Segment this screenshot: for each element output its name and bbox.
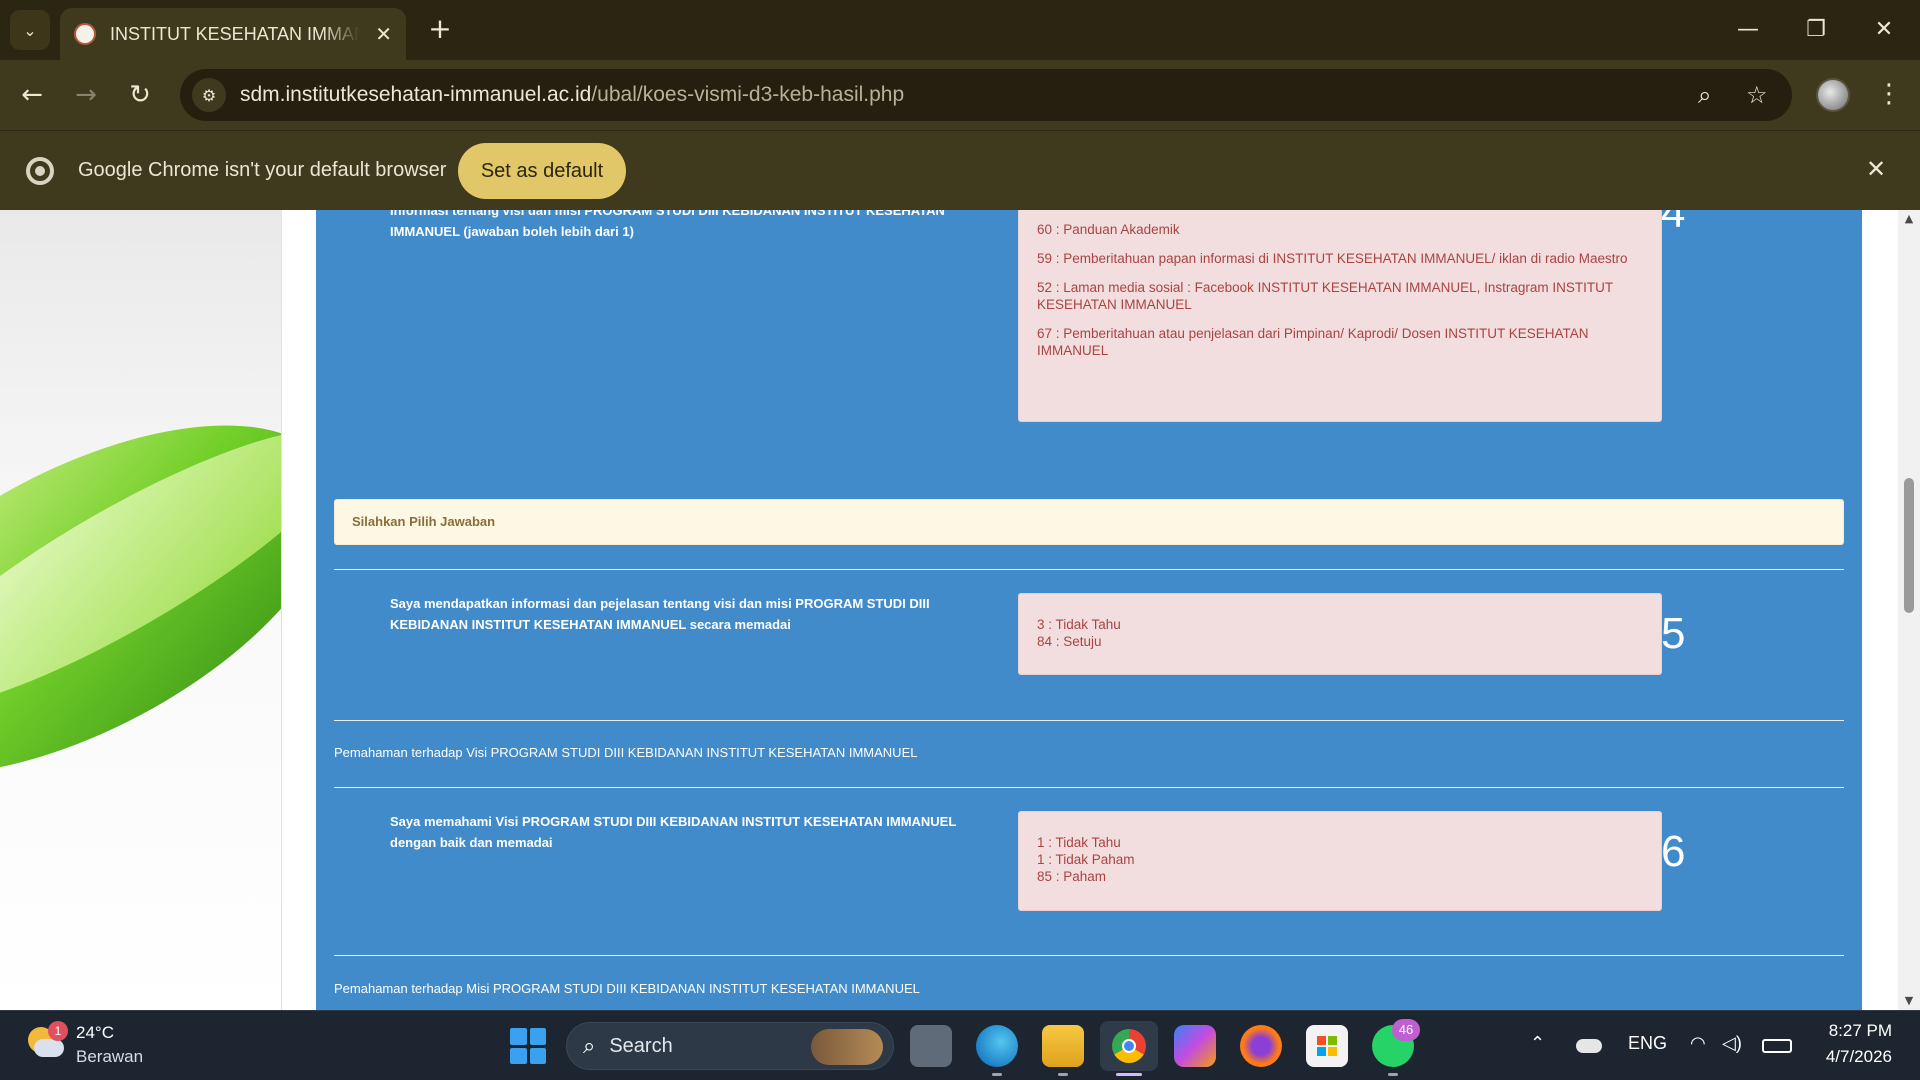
question-text-6: Saya memahami Visi PROGRAM STUDI DIII KE…	[390, 814, 957, 850]
answer-item: 1 : Tidak Tahu	[1037, 835, 1121, 850]
copilot-icon[interactable]	[1174, 1025, 1216, 1067]
section-heading-visi: Pemahaman terhadap Visi PROGRAM STUDI DI…	[334, 745, 918, 760]
chrome-logo-icon	[26, 157, 54, 185]
store-glyph	[1317, 1036, 1337, 1056]
url-text[interactable]: sdm.institutkesehatan-immanuel.ac.id/uba…	[240, 83, 904, 107]
chrome-icon[interactable]	[1100, 1021, 1158, 1071]
whatsapp-badge: 46	[1392, 1019, 1420, 1041]
url-domain: sdm.institutkesehatan-immanuel.ac.id	[240, 83, 592, 106]
question-text-5: Saya mendapatkan informasi dan pejelasan…	[390, 596, 930, 632]
question-number: 4	[1661, 210, 1686, 237]
volume-icon[interactable]: ◁)	[1722, 1033, 1742, 1054]
minimize-icon[interactable]: —	[1726, 12, 1770, 48]
page-viewport: Informasi tentang visi dan misi PROGRAM …	[0, 210, 1920, 1010]
page-scrollbar[interactable]: ▲ ▼	[1898, 210, 1920, 1010]
window-close-icon[interactable]: ✕	[1862, 12, 1906, 48]
question-text: Informasi tentang visi dan misi PROGRAM …	[390, 210, 945, 239]
close-icon[interactable]: ✕	[1866, 155, 1886, 183]
question-number-5: 5	[1661, 609, 1686, 658]
set-as-default-button[interactable]: Set as default	[458, 143, 626, 199]
reload-icon[interactable]: ↻	[122, 77, 158, 113]
question-number-6: 6	[1661, 827, 1686, 876]
scroll-down-icon[interactable]: ▼	[1898, 992, 1920, 1010]
answer-item: 84 : Setuju	[1037, 634, 1102, 649]
divider	[334, 720, 1844, 721]
language-indicator[interactable]: ENG	[1628, 1033, 1667, 1054]
address-bar[interactable]: ⚙ sdm.institutkesehatan-immanuel.ac.id/u…	[180, 69, 1792, 121]
answer-item: 1 : Tidak Paham	[1037, 852, 1135, 867]
tab-strip: ⌄ INSTITUT KESEHATAN IMMANUEL ✕ + — ❐ ✕	[0, 0, 1920, 60]
divider	[334, 787, 1844, 788]
browser-toolbar: ← → ↻ ⚙ sdm.institutkesehatan-immanuel.a…	[0, 60, 1920, 130]
clock-date[interactable]: 4/7/2026	[1806, 1047, 1892, 1067]
firefox-icon[interactable]	[1240, 1025, 1282, 1067]
question-card-main: Silahkan Pilih Jawaban Saya mendapatkan …	[316, 477, 1862, 1010]
weather-temperature[interactable]: 24°C	[76, 1023, 114, 1043]
answer-box-5: 3 : Tidak Tahu 84 : Setuju	[1018, 593, 1662, 675]
edge-icon[interactable]	[976, 1025, 1018, 1067]
forward-icon[interactable]: →	[68, 77, 104, 113]
search-label: Search	[609, 1034, 673, 1057]
taskbar-search-box[interactable]: ⌕ Search	[566, 1022, 894, 1070]
bookmark-star-icon[interactable]: ☆	[1746, 81, 1768, 109]
scroll-up-icon[interactable]: ▲	[1898, 210, 1920, 228]
answer-item: 3 : Tidak Tahu	[1037, 617, 1121, 632]
tab-close-icon[interactable]: ✕	[375, 22, 392, 46]
active-indicator	[1116, 1073, 1142, 1076]
favicon-icon	[74, 23, 96, 45]
url-path: /ubal/koes-vismi-d3-keb-hasil.php	[591, 83, 905, 106]
answer-item: 85 : Paham	[1037, 869, 1107, 884]
weather-badge: 1	[48, 1021, 68, 1041]
answer-item: 52 : Laman media sosial : Facebook INSTI…	[1037, 280, 1613, 312]
search-icon: ⌕	[583, 1033, 596, 1059]
tab-title: INSTITUT KESEHATAN IMMANUEL	[110, 23, 360, 44]
running-indicator	[1058, 1073, 1068, 1076]
section-heading-misi: Pemahaman terhadap Misi PROGRAM STUDI DI…	[334, 981, 920, 996]
battery-icon[interactable]	[1762, 1039, 1792, 1053]
new-tab-button[interactable]: +	[424, 14, 456, 46]
page-background	[0, 210, 282, 1010]
scroll-thumb[interactable]	[1904, 478, 1914, 613]
default-browser-infobar: Google Chrome isn't your default browser…	[0, 130, 1920, 210]
restore-icon[interactable]: ❐	[1794, 12, 1838, 48]
task-view-icon[interactable]	[910, 1025, 952, 1067]
answer-item: 59 : Pemberitahuan papan informasi di IN…	[1037, 251, 1628, 266]
weather-condition[interactable]: Berawan	[76, 1047, 143, 1067]
browser-tab[interactable]: INSTITUT KESEHATAN IMMANUEL ✕	[60, 8, 406, 60]
answer-box-6: 1 : Tidak Tahu 1 : Tidak Paham 85 : Paha…	[1018, 811, 1662, 911]
file-explorer-icon[interactable]	[1042, 1025, 1084, 1067]
divider	[334, 955, 1844, 956]
answer-item: 67 : Pemberitahuan atau penjelasan dari …	[1037, 326, 1589, 358]
profile-avatar-icon[interactable]	[1816, 78, 1850, 112]
onedrive-icon[interactable]	[1576, 1039, 1602, 1053]
infobar-message: Google Chrome isn't your default browser	[78, 159, 447, 181]
search-highlight-image	[811, 1029, 883, 1065]
zoom-icon[interactable]: ⌕	[1698, 81, 1711, 109]
wifi-icon[interactable]: ◠	[1690, 1033, 1706, 1054]
store-icon[interactable]	[1306, 1025, 1348, 1067]
divider	[334, 569, 1844, 570]
windows-start-icon[interactable]	[510, 1028, 546, 1064]
answer-item: 60 : Panduan Akademik	[1037, 222, 1180, 237]
tab-search-icon[interactable]: ⌄	[10, 10, 50, 50]
answer-box: 60 : Panduan Akademik 59 : Pemberitahuan…	[1018, 210, 1662, 422]
chrome-glyph	[1112, 1029, 1146, 1063]
choose-answer-alert: Silahkan Pilih Jawaban	[334, 499, 1844, 545]
site-info-icon[interactable]: ⚙	[192, 78, 226, 112]
running-indicator	[992, 1073, 1002, 1076]
cloud-icon	[34, 1039, 64, 1057]
menu-icon[interactable]: ⋮	[1876, 76, 1902, 112]
back-icon[interactable]: ←	[14, 77, 50, 113]
clock-time[interactable]: 8:27 PM	[1826, 1021, 1892, 1041]
running-indicator	[1388, 1073, 1398, 1076]
windows-taskbar: 1 24°C Berawan ⌕ Search 46 ⌃ ENG ◠ ◁) 8:…	[0, 1010, 1920, 1080]
chevron-up-icon[interactable]: ⌃	[1530, 1033, 1545, 1054]
